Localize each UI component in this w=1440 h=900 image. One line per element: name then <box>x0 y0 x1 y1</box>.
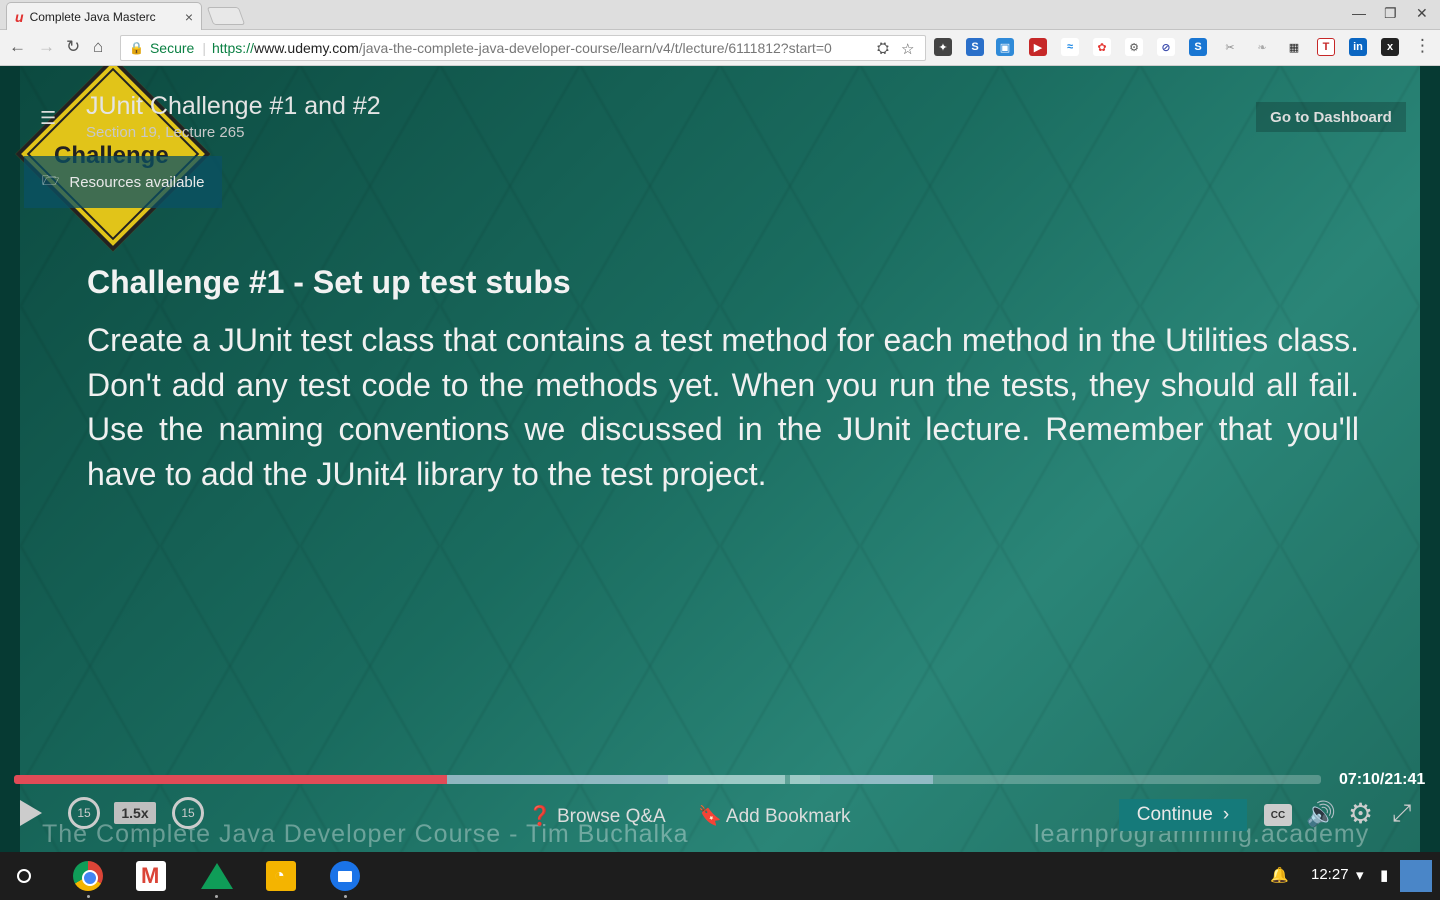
extension-wave-icon[interactable]: ≈ <box>1061 38 1079 56</box>
clock[interactable]: 12:27 <box>1311 866 1349 883</box>
back-icon[interactable]: ← <box>9 37 26 57</box>
running-indicator <box>344 895 347 898</box>
translate-icon[interactable]: ⛭ <box>877 40 889 57</box>
video-player[interactable]: Challenge ☰ JUnit Challenge #1 and #2 Se… <box>0 66 1440 852</box>
extension-block-icon[interactable]: ⊘ <box>1157 38 1175 56</box>
extension-t-icon[interactable]: T <box>1317 38 1335 56</box>
go-to-dashboard-button[interactable]: Go to Dashboard <box>1256 102 1406 132</box>
continue-label: Continue <box>1136 804 1213 825</box>
extension-play-icon[interactable]: ▶ <box>1029 38 1047 56</box>
extension-puzzle-icon[interactable]: ✦ <box>934 38 952 56</box>
play-button[interactable] <box>20 800 42 826</box>
question-icon: ❓ <box>528 806 552 827</box>
volume-icon[interactable]: 🔊 <box>1306 800 1336 829</box>
running-indicator <box>215 895 218 898</box>
gmail-app-icon[interactable] <box>136 861 166 891</box>
lecture-title: JUnit Challenge #1 and #2 <box>86 92 381 120</box>
minimize-icon[interactable]: — <box>1352 5 1366 21</box>
files-app-icon[interactable] <box>330 861 360 891</box>
home-icon[interactable]: ⌂ <box>93 37 103 57</box>
continue-button[interactable]: Continue › <box>1119 799 1247 831</box>
keep-app-icon[interactable] <box>266 861 296 891</box>
add-bookmark-label: Add Bookmark <box>725 806 851 827</box>
timecode: 07:10/21:41 <box>1339 771 1426 788</box>
udemy-favicon-icon: u <box>15 8 24 25</box>
launcher-icon[interactable] <box>17 869 31 883</box>
os-shelf: 🔔 12:27 ▾ ▮ <box>0 852 1440 900</box>
secure-label: Secure <box>149 40 195 56</box>
captions-button[interactable]: CC <box>1264 804 1292 826</box>
extension-leaf-icon[interactable]: ❧ <box>1253 38 1271 56</box>
battery-icon[interactable]: ▮ <box>1380 866 1388 884</box>
extension-grid-icon[interactable]: ▦ <box>1285 38 1303 56</box>
tab-title: Complete Java Masterc <box>29 9 156 24</box>
notification-bell-icon[interactable]: 🔔 <box>1270 866 1289 884</box>
extension-s-icon[interactable]: S <box>966 38 984 56</box>
add-bookmark-button[interactable]: 🔖 Add Bookmark <box>698 804 851 828</box>
progress-buffer-segment <box>446 775 668 784</box>
extension-s2-icon[interactable]: S <box>1189 38 1207 56</box>
slide-heading: Challenge #1 - Set up test stubs <box>87 264 571 300</box>
forward-15-button[interactable]: 15 <box>172 797 204 829</box>
new-tab-button[interactable] <box>206 7 246 25</box>
url-scheme: https:// <box>211 40 254 56</box>
reload-icon[interactable]: ↻ <box>66 37 80 57</box>
restore-icon[interactable]: ❐ <box>1384 5 1397 22</box>
drive-app-icon[interactable] <box>201 863 233 889</box>
extension-scissors-icon[interactable]: ✂ <box>1221 38 1239 56</box>
forward-label: 15 <box>181 806 195 820</box>
resources-label: Resources available <box>69 173 205 191</box>
url-host: www.udemy.com <box>253 40 359 56</box>
extension-x-icon[interactable]: x <box>1381 38 1399 56</box>
fullscreen-icon[interactable]: ⤢ <box>1392 800 1411 828</box>
menu-dots-icon[interactable]: ⋮ <box>1414 36 1431 56</box>
lock-icon: 🔒 <box>129 41 144 55</box>
extension-flower-icon[interactable]: ✿ <box>1093 38 1111 56</box>
tab-close-icon[interactable]: × <box>185 9 193 25</box>
running-indicator <box>87 895 90 898</box>
url-path: /java-the-complete-java-developer-course… <box>358 40 832 56</box>
progress-buffer-segment <box>820 775 933 784</box>
extension-linkedin-icon[interactable]: in <box>1349 38 1367 56</box>
extension-new-icon[interactable]: ▣ <box>996 38 1014 56</box>
curriculum-list-icon[interactable]: ☰ <box>40 108 56 129</box>
lecture-subtitle: Section 19, Lecture 265 <box>86 124 245 141</box>
browser-toolbar: ← → ↻ ⌂ 🔒 Secure | https:// www.udemy.co… <box>0 30 1440 66</box>
rewind-15-button[interactable]: 15 <box>68 797 100 829</box>
close-window-icon[interactable]: ✕ <box>1416 5 1428 22</box>
slide-body: Create a JUnit test class that contains … <box>87 322 1359 492</box>
chevron-right-icon: › <box>1222 804 1230 825</box>
wifi-icon[interactable]: ▾ <box>1356 866 1364 884</box>
forward-icon[interactable]: → <box>38 37 55 57</box>
browse-qa-button[interactable]: ❓ Browse Q&A <box>528 804 666 828</box>
progress-fill <box>14 775 447 784</box>
browse-qa-label: Browse Q&A <box>556 806 666 827</box>
omnibox-divider: | <box>202 40 206 56</box>
progress-buffer-segment <box>790 775 820 784</box>
progress-buffer-segment <box>668 775 785 784</box>
folder-icon: 🗁 <box>42 172 60 188</box>
rewind-label: 15 <box>77 806 91 820</box>
tab-strip: u Complete Java Masterc × — ❐ ✕ <box>0 0 1440 30</box>
resources-button[interactable]: 🗁 Resources available <box>24 156 222 208</box>
user-avatar[interactable] <box>1400 860 1432 892</box>
settings-gear-icon[interactable]: ⚙ <box>1348 797 1373 830</box>
bookmark-star-icon[interactable]: ☆ <box>901 40 914 58</box>
address-bar[interactable]: 🔒 Secure | https:// www.udemy.com /java-… <box>120 35 926 61</box>
chrome-app-icon[interactable] <box>73 861 103 891</box>
browser-tab[interactable]: u Complete Java Masterc × <box>6 2 202 30</box>
bookmark-icon: 🔖 <box>698 806 722 827</box>
extension-gear-icon[interactable]: ⚙ <box>1125 38 1143 56</box>
playback-speed-button[interactable]: 1.5x <box>114 802 156 824</box>
